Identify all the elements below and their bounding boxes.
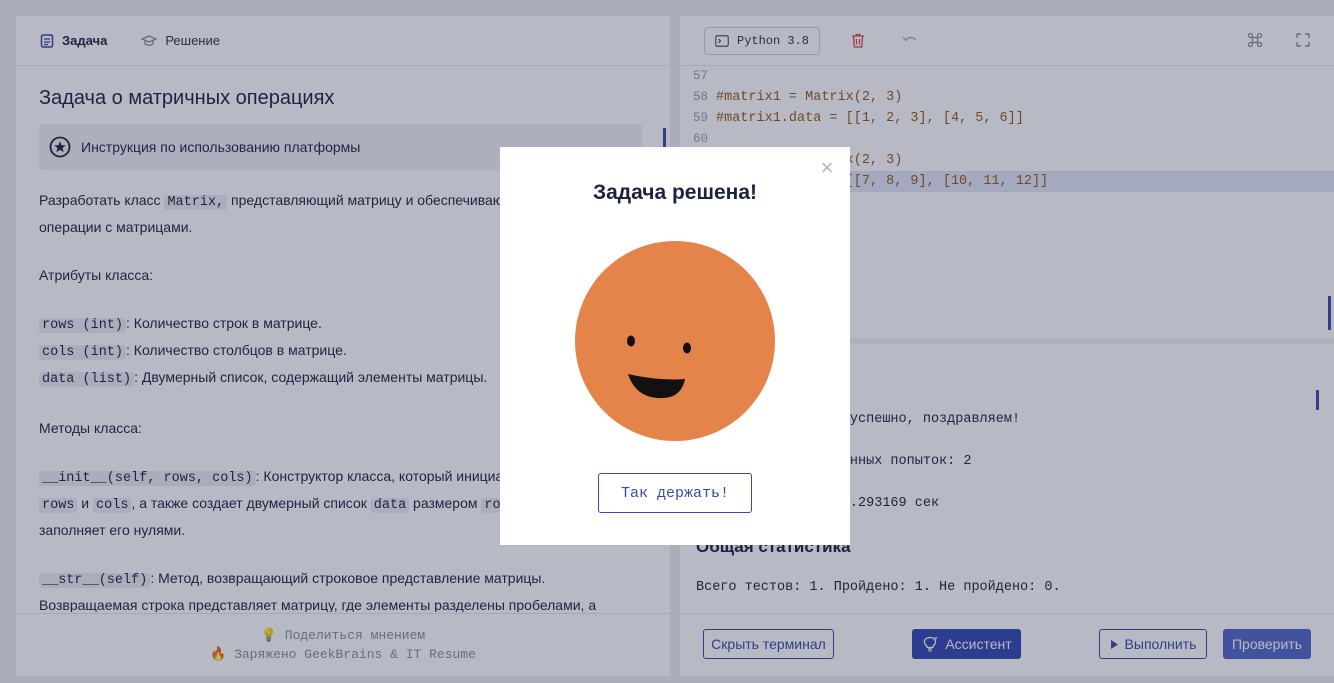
modal-title: Задача решена! [592, 181, 758, 204]
smiley-left-eye [627, 335, 635, 347]
smiley-right-eye [683, 342, 691, 354]
smiley-face-illustration [575, 241, 775, 441]
keep-going-label: Так держать! [620, 484, 730, 502]
keep-going-button[interactable]: Так держать! [598, 473, 752, 513]
smiley-face-circle [575, 241, 775, 441]
success-modal: × Задача решена! Так держать! [500, 147, 850, 545]
close-icon[interactable]: × [818, 157, 836, 179]
